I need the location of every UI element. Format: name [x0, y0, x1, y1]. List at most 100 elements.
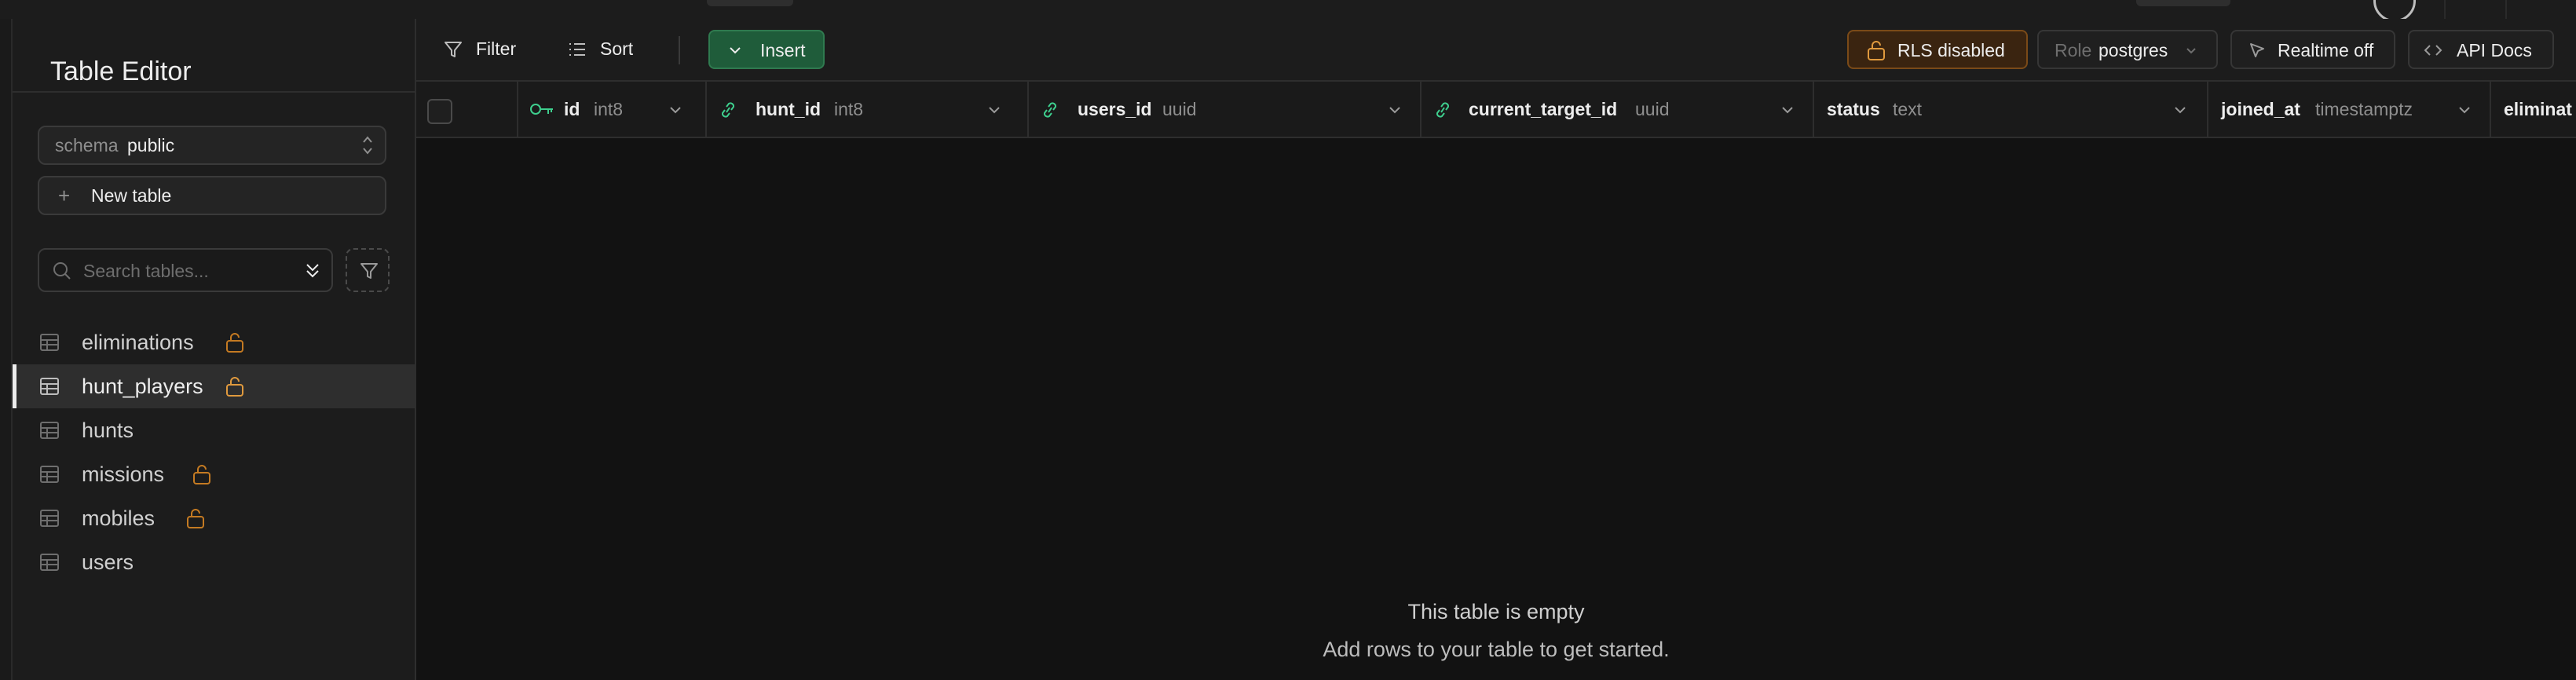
empty-state-subtitle: Add rows to your table to get started.	[1323, 638, 1670, 661]
sort-label: Sort	[600, 38, 634, 59]
table-item-eliminations[interactable]: eliminations	[13, 320, 415, 364]
table-name: hunt_players	[82, 375, 203, 398]
column-type: uuid	[1635, 99, 1670, 119]
table-name: missions	[82, 462, 165, 486]
column-type: text	[1893, 99, 1923, 119]
search-tables-input[interactable]	[82, 256, 289, 286]
unlocked-padlock-icon	[187, 509, 204, 528]
table-icon	[40, 510, 59, 527]
insert-button[interactable]: Insert	[708, 30, 825, 69]
table-name: hunts	[82, 419, 134, 442]
divider	[2444, 0, 2446, 19]
table-list: eliminations hunt_players hunts missions…	[13, 320, 415, 584]
new-table-label: New table	[91, 185, 172, 206]
cursor-icon	[2250, 43, 2264, 57]
grid-toolbar: Filter Sort Insert RLS disabled Role pos…	[416, 19, 2576, 82]
rls-label: RLS disabled	[1897, 40, 2005, 60]
column-name: eliminat	[2504, 99, 2572, 119]
column-header-status[interactable]: status text	[1814, 82, 2208, 137]
rls-disabled-button[interactable]: RLS disabled	[1847, 30, 2028, 69]
double-chevron-down-icon[interactable]	[303, 261, 322, 281]
chevron-up-down-icon	[363, 136, 372, 155]
table-icon	[40, 378, 59, 395]
column-header-current-target-id[interactable]: current_target_id uuid	[1422, 82, 1814, 137]
column-type: timestamptz	[2315, 99, 2413, 119]
realtime-label: Realtime off	[2278, 40, 2374, 60]
table-item-users[interactable]: users	[13, 540, 415, 584]
table-editor-sidebar: Table Editor schema public + New table S…	[13, 19, 416, 680]
link-icon	[1436, 102, 1450, 118]
unlocked-padlock-icon	[1868, 41, 1885, 60]
table-name: users	[82, 550, 134, 574]
new-table-button[interactable]: + New table	[38, 176, 386, 215]
column-header-id[interactable]: id int8	[518, 82, 707, 137]
sort-button[interactable]: Sort	[562, 30, 664, 69]
top-app-bar	[0, 0, 2576, 22]
role-value: postgres	[2098, 40, 2168, 60]
plus-icon: +	[58, 184, 71, 207]
column-header-eliminat[interactable]: eliminat	[2491, 82, 2576, 137]
search-icon	[53, 262, 71, 280]
search-tables-box	[38, 248, 333, 292]
filter-tables-button[interactable]	[346, 248, 390, 292]
table-item-missions[interactable]: missions	[13, 452, 415, 496]
column-header-users-id[interactable]: users_id uuid	[1029, 82, 1422, 137]
table-icon	[40, 554, 59, 571]
table-item-hunts[interactable]: hunts	[13, 408, 415, 452]
column-name: joined_at	[2221, 99, 2300, 119]
api-docs-button[interactable]: API Docs	[2408, 30, 2554, 69]
sidebar-title: Table Editor	[50, 57, 192, 86]
table-editor-main: Filter Sort Insert RLS disabled Role pos…	[416, 19, 2576, 680]
role-select[interactable]: Role postgres	[2037, 30, 2218, 69]
api-docs-label: API Docs	[2457, 40, 2532, 60]
filter-label: Filter	[476, 38, 517, 59]
column-type: int8	[594, 99, 624, 119]
filter-icon	[445, 42, 462, 57]
chevron-down-icon[interactable]	[668, 102, 683, 118]
grid-header-row: id int8 hunt_id int8 users_id uuid curre…	[416, 82, 2576, 138]
schema-select[interactable]: schema public	[38, 126, 386, 165]
column-name: hunt_id	[756, 99, 821, 119]
divider	[2505, 0, 2507, 19]
column-type: uuid	[1162, 99, 1197, 119]
table-name: eliminations	[82, 331, 194, 354]
chevron-down-icon[interactable]	[2457, 102, 2472, 118]
table-icon	[40, 334, 59, 351]
insert-label: Insert	[760, 40, 806, 60]
role-label: Role	[2055, 40, 2092, 60]
chevron-down-icon[interactable]	[986, 102, 1002, 118]
column-name: id	[564, 99, 580, 119]
top-bar-control[interactable]	[2136, 0, 2230, 6]
column-name: status	[1827, 99, 1880, 119]
filter-button[interactable]: Filter	[438, 30, 556, 69]
filter-icon	[360, 263, 378, 279]
chevron-down-icon[interactable]	[1387, 102, 1403, 118]
unlocked-padlock-icon	[226, 333, 243, 353]
divider	[679, 36, 680, 64]
chevron-down-icon	[2186, 48, 2196, 54]
unlocked-padlock-icon	[193, 465, 210, 484]
table-icon	[40, 466, 59, 483]
empty-state-title: This table is empty	[1407, 600, 1585, 623]
chevron-down-icon[interactable]	[2172, 102, 2188, 118]
left-rail	[0, 19, 13, 680]
list-icon	[569, 43, 585, 56]
realtime-toggle-button[interactable]: Realtime off	[2230, 30, 2395, 69]
chevron-down-icon	[730, 47, 741, 54]
chevron-down-icon[interactable]	[1780, 102, 1795, 118]
divider	[13, 91, 415, 93]
link-icon	[1043, 102, 1057, 118]
link-icon	[721, 102, 735, 118]
column-name: current_target_id	[1469, 99, 1618, 119]
table-name: mobiles	[82, 506, 156, 530]
table-item-hunt-players[interactable]: hunt_players	[13, 364, 415, 408]
top-bar-control[interactable]	[707, 0, 793, 6]
column-header-joined-at[interactable]: joined_at timestamptz	[2208, 82, 2491, 137]
table-item-mobiles[interactable]: mobiles	[13, 496, 415, 540]
column-header-hunt-id[interactable]: hunt_id int8	[707, 82, 1029, 137]
select-all-checkbox[interactable]	[427, 99, 452, 124]
table-icon	[40, 422, 59, 439]
column-name: users_id	[1078, 99, 1152, 119]
key-icon	[530, 104, 553, 115]
column-type: int8	[834, 99, 864, 119]
